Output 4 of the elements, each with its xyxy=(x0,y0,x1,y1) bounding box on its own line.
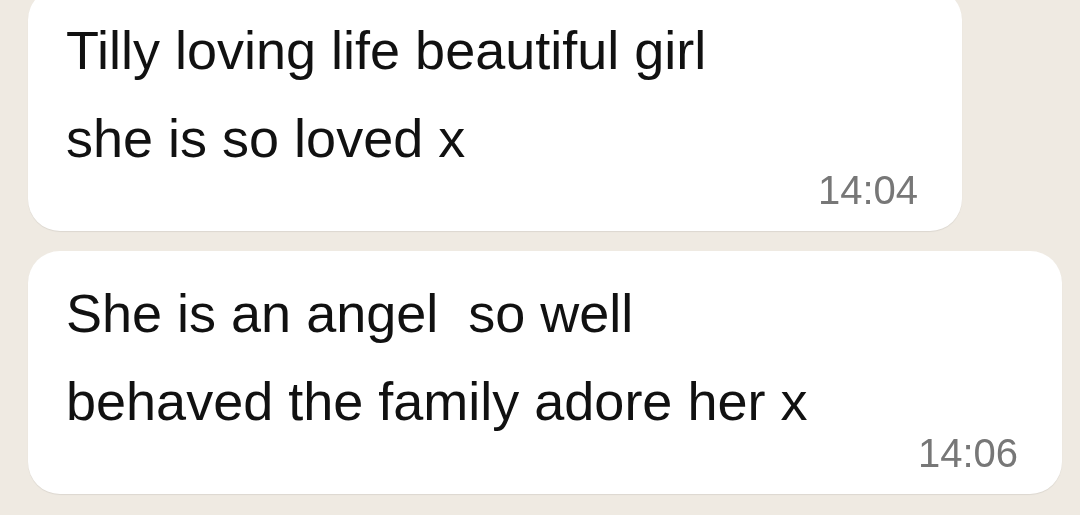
message-text: She is an angel so well behaved the family adore her x xyxy=(66,282,809,433)
message-time: 14:04 xyxy=(817,168,918,213)
message-time: 14:06 xyxy=(917,431,1018,476)
message-text: Tilly loving life beautiful girl she is so loved x xyxy=(66,19,708,170)
